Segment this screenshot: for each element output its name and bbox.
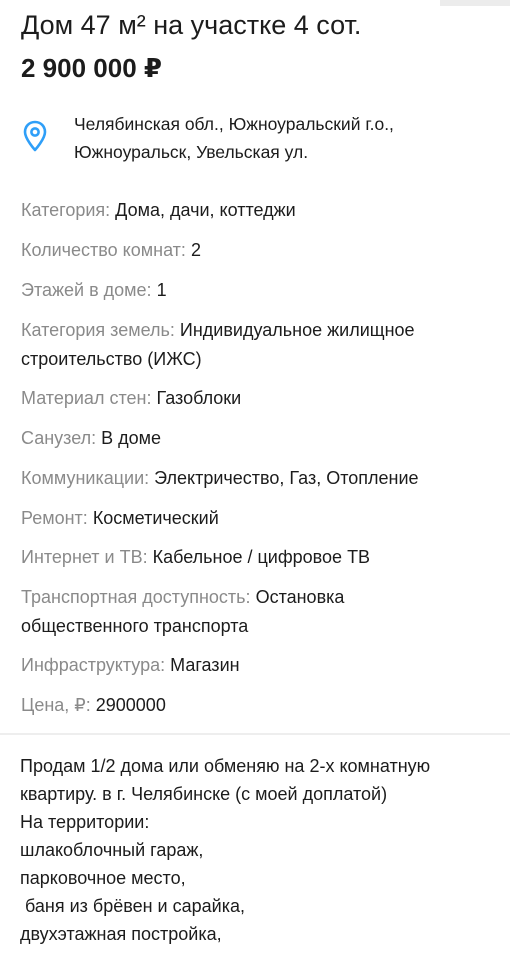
property-row-transport: Транспортная доступность: Остановка обще… <box>21 583 501 641</box>
property-row-floors: Этажей в доме: 1 <box>21 276 501 305</box>
property-value: Индивидуальное жилищное <box>179 320 415 340</box>
property-value: В доме <box>101 428 162 448</box>
description-line: Продам 1/2 дома или обменяю на 2-х комна… <box>20 756 431 776</box>
property-row-rooms: Количество комнат: 2 <box>21 236 501 265</box>
description-line: На территории: <box>20 812 150 832</box>
property-row-price: Цена, ₽: 2900000 <box>21 691 501 720</box>
property-label: Транспортная доступность: <box>21 587 251 607</box>
description-line: квартиру. в г. Челябинске (с моей доплат… <box>20 784 388 804</box>
listing-page: Дом 47 м² на участке 4 сот. 2 900 000 ₽ … <box>0 0 510 960</box>
address-line-1: Челябинская обл., Южноуральский г.о., <box>74 114 394 134</box>
property-label: Категория: <box>21 200 111 220</box>
property-label: Категория земель: <box>21 320 175 340</box>
property-label: Коммуникации: <box>21 468 150 488</box>
listing-title: Дом 47 м² на участке 4 сот. <box>21 10 362 40</box>
property-label: Цена, ₽: <box>21 695 91 715</box>
property-value: Газоблоки <box>156 388 242 408</box>
location-pin-icon <box>23 120 47 152</box>
property-label: Количество комнат: <box>21 240 186 260</box>
property-value: Магазин <box>170 655 240 675</box>
property-row-utilities: Коммуникации: Электричество, Газ, Отопле… <box>21 464 501 493</box>
listing-description: Продам 1/2 дома или обменяю на 2-х комна… <box>20 752 500 948</box>
listing-price: 2 900 000 ₽ <box>21 53 162 83</box>
property-row-renovation: Ремонт: Косметический <box>21 504 501 533</box>
address-line-2: Южноуральск, Увельская ул. <box>74 142 309 162</box>
description-line: шлакоблочный гараж, <box>20 840 204 860</box>
property-value: Косметический <box>92 508 219 528</box>
property-label: Инфраструктура: <box>21 655 166 675</box>
top-edge-bar <box>440 0 510 6</box>
property-value: Кабельное / цифровое ТВ <box>152 547 371 567</box>
description-line: парковочное место, <box>20 868 186 888</box>
property-row-bathroom: Санузел: В доме <box>21 424 501 453</box>
property-value: 1 <box>156 280 167 300</box>
property-row-infrastructure: Инфраструктура: Магазин <box>21 651 501 680</box>
property-value: 2 <box>190 240 201 260</box>
address-text: Челябинская обл., Южноуральский г.о., Юж… <box>74 110 484 166</box>
property-value-continued: строительство (ИЖС) <box>21 349 202 369</box>
property-row-wall-material: Материал стен: Газоблоки <box>21 384 501 413</box>
description-line: баня из брёвен и сарайка, <box>20 896 245 916</box>
property-row-category: Категория: Дома, дачи, коттеджи <box>21 196 501 225</box>
property-label: Материал стен: <box>21 388 152 408</box>
property-value: 2900000 <box>95 695 166 715</box>
section-divider <box>0 733 510 735</box>
property-value: Остановка <box>255 587 345 607</box>
property-value: Электричество, Газ, Отопление <box>154 468 419 488</box>
property-row-internet-tv: Интернет и ТВ: Кабельное / цифровое ТВ <box>21 543 501 572</box>
description-line: двухэтажная постройка, <box>20 924 222 944</box>
property-row-land-category: Категория земель: Индивидуальное жилищно… <box>21 316 501 374</box>
property-value: Дома, дачи, коттеджи <box>115 200 296 220</box>
property-value-continued: общественного транспорта <box>21 616 249 636</box>
property-label: Интернет и ТВ: <box>21 547 148 567</box>
property-label: Этажей в доме: <box>21 280 152 300</box>
property-label: Санузел: <box>21 428 97 448</box>
property-label: Ремонт: <box>21 508 88 528</box>
